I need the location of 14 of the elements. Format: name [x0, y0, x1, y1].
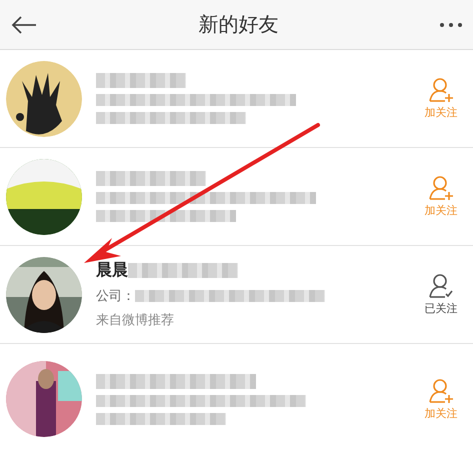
- follow-button[interactable]: 加关注: [417, 175, 465, 218]
- user-add-icon: [428, 77, 454, 103]
- back-arrow-icon[interactable]: [10, 14, 38, 34]
- user-name[interactable]: 晨晨: [96, 260, 128, 281]
- user-add-icon: [428, 175, 454, 201]
- user-add-icon: [428, 378, 454, 404]
- follow-button[interactable]: 加关注: [417, 77, 465, 120]
- follow-button[interactable]: 已关注: [417, 273, 465, 316]
- page-title: 新的好友: [198, 11, 278, 38]
- more-icon[interactable]: [439, 22, 463, 28]
- user-detail: 公司：: [96, 288, 135, 305]
- follow-button[interactable]: 加关注: [417, 378, 465, 420]
- user-check-icon: [428, 273, 454, 299]
- user-detail: 来自微博推荐: [96, 312, 174, 329]
